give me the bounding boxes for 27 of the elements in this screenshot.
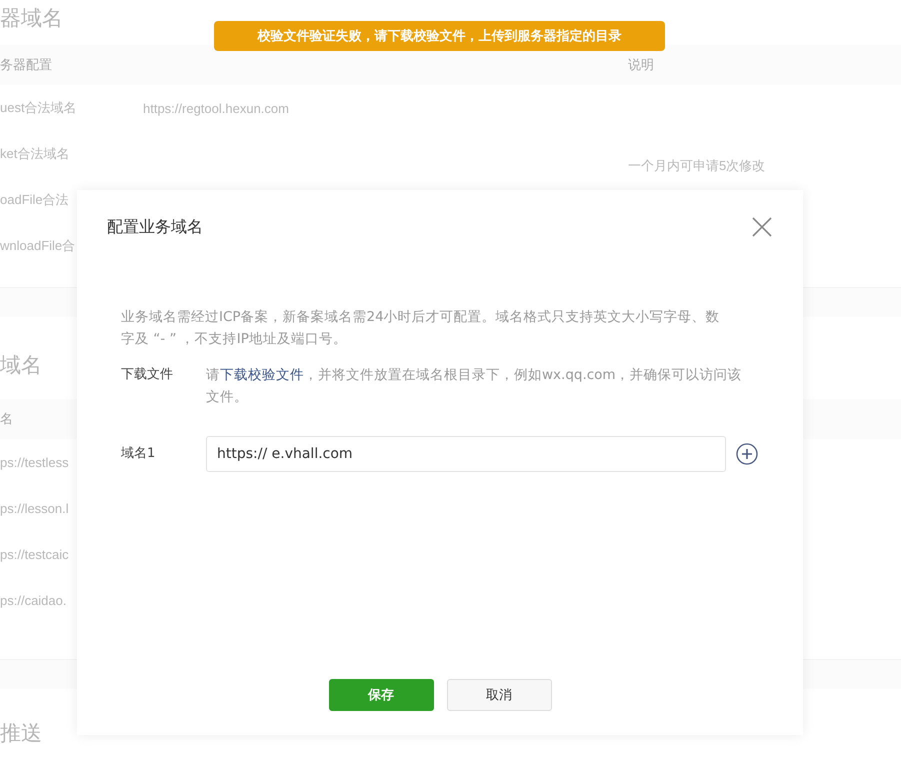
error-toast: 校验文件验证失败，请下载校验文件，上传到服务器指定的目录: [214, 21, 665, 51]
section-title: 推送: [0, 721, 42, 747]
download-link[interactable]: 下载校验文件: [220, 367, 304, 383]
section-title: 器域名: [0, 6, 63, 32]
table-cell-text: uest合法域名: [0, 99, 78, 117]
table-cell: ps://lesson.l: [0, 500, 69, 516]
column-header: 务器配置: [0, 56, 53, 74]
table-cell-text: oadFile合法: [0, 191, 70, 209]
field-label: 域名1: [121, 445, 156, 463]
add-icon[interactable]: [736, 443, 758, 465]
dialog-title: 配置业务域名: [107, 216, 203, 238]
table-cell: ps://testcaic: [0, 546, 69, 562]
description: 业务域名需经过ICP备案，新备案域名需24小时后才可配置。域名格式只支持英文大小写字母、数字及 “- ” ，不支持IP地址及端口号。: [121, 308, 721, 349]
section-title: 域名: [0, 353, 42, 379]
table-cell: ps://caidao.: [0, 592, 66, 608]
field-label: 下载文件: [121, 366, 174, 384]
column-header: 名: [0, 410, 13, 428]
domain-input[interactable]: https:// e.vhall.com: [206, 436, 726, 472]
cancel-button[interactable]: 取消: [446, 679, 552, 711]
column-header: 说明: [628, 56, 654, 74]
close-icon[interactable]: [751, 216, 773, 238]
table-cell: ps://testless: [0, 454, 69, 470]
table-cell: 一个月内可申请5次修改: [628, 157, 766, 175]
table-cell-text: wnloadFile合: [0, 237, 76, 255]
table-cell-text: ket合法域名: [0, 145, 70, 163]
download-instructions: 请下载校验文件，并将文件放置在域名根目录下，例如wx.qq.com，并确保可以访问该文件。: [206, 366, 743, 407]
table-cell-text: https://regtool.hexun.com: [143, 100, 290, 116]
